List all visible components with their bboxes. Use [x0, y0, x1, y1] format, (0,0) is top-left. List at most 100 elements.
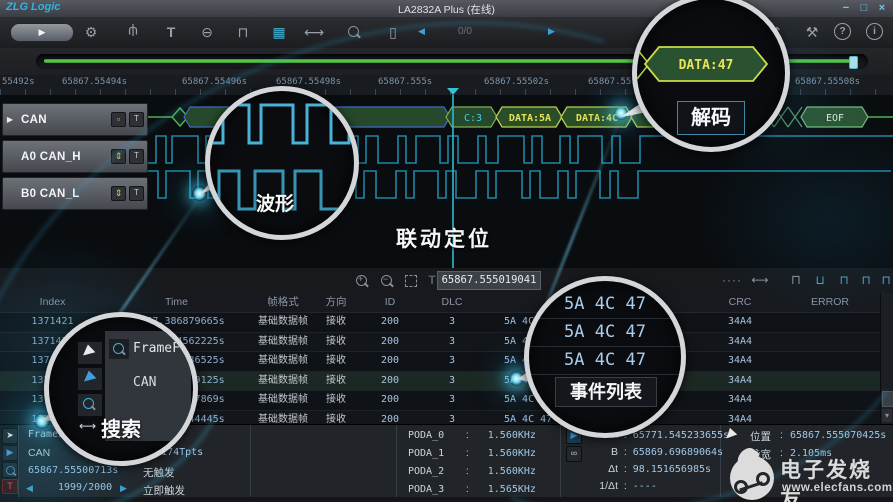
display-view-icon[interactable]: ▦	[268, 22, 290, 42]
page-counter: 1999/2000	[58, 482, 113, 493]
magnified-cursor-icon	[77, 341, 103, 365]
watermark-logo	[730, 456, 774, 500]
cursor-value: 98.151656985s	[632, 464, 712, 475]
callout-label-decode: 解码	[677, 101, 745, 135]
trigger-mode: 立即触发	[143, 485, 185, 497]
channel-row[interactable]: B0 CAN_L ⇕ T	[2, 177, 148, 210]
cell-crc: 34A4	[727, 374, 753, 386]
column-header[interactable]: ERROR	[780, 293, 880, 312]
callout-dot-waveform	[192, 186, 207, 201]
channel-scale-icon[interactable]: ⇕	[111, 186, 126, 201]
channel-trigger-icon[interactable]: T	[129, 186, 144, 201]
cell-error	[780, 333, 880, 352]
cell-id: 200	[380, 335, 400, 347]
poda-row: PODA_1 : 1.560KHz	[408, 447, 536, 465]
channel-trigger-icon[interactable]: T	[129, 149, 144, 164]
column-header[interactable]: CRC	[700, 293, 780, 312]
start-capture-button[interactable]: ▶	[10, 23, 74, 42]
magnified-search-text: FrameF	[133, 341, 180, 356]
width-measure-icon[interactable]: ⟷	[750, 271, 770, 289]
measure-period-icon[interactable]: ⊓	[834, 271, 854, 289]
poda-value: 1.560KHz	[487, 466, 536, 477]
cell-frame-format: 基础数据帧	[258, 394, 308, 405]
more-dots-icon[interactable]: ····	[722, 271, 742, 289]
cursor-time-readout[interactable]: 65867.555019041	[437, 271, 541, 290]
page-prev-icon[interactable]: ◀	[26, 483, 33, 494]
cursor-value: ----	[632, 481, 657, 492]
overview-handle[interactable]	[849, 56, 858, 69]
cell-crc: 34A4	[727, 355, 753, 366]
magnified-event-row: 5A 4C 47	[529, 319, 681, 347]
channel-trigger-icon[interactable]: T	[129, 112, 144, 127]
label-tool-icon[interactable]: T	[160, 22, 182, 42]
flag-marker-icon[interactable]: ▶	[2, 445, 18, 461]
device-icon[interactable]: ▯	[382, 22, 404, 42]
column-header[interactable]: Index	[0, 293, 105, 312]
cell-crc: 34A4	[727, 394, 753, 405]
cell-frame-format: 基础数据帧	[258, 355, 308, 366]
column-header[interactable]: Time	[105, 293, 248, 312]
colon: :	[465, 465, 469, 477]
minimize-button[interactable]: −	[838, 1, 854, 15]
cell-direction: 接收	[326, 316, 346, 327]
pulse-icon[interactable]: ⊓	[786, 271, 806, 289]
colon: :	[465, 447, 469, 459]
tray-icon[interactable]: ⊔	[810, 271, 830, 289]
fit-screen-icon[interactable]	[405, 275, 417, 287]
trigger-T-icon[interactable]: T	[2, 479, 18, 494]
cursor-label: B	[610, 446, 618, 458]
column-header[interactable]: DLC	[426, 293, 478, 312]
colon: :	[623, 480, 627, 492]
cell-id: 200	[380, 394, 400, 405]
width-bar-icon: ⟷	[79, 419, 97, 433]
link-cursors-icon[interactable]: ∞	[566, 446, 582, 462]
table-scrollbar[interactable]: ▾	[880, 293, 893, 424]
help-icon[interactable]: ?	[834, 23, 851, 40]
close-button[interactable]: ×	[874, 1, 890, 15]
cell-dlc: 3	[448, 355, 456, 366]
cell-id: 200	[380, 355, 400, 366]
channel-scale-icon[interactable]: ▫	[111, 112, 126, 127]
measure-width-icon[interactable]: ⟷	[303, 22, 325, 42]
bottom-icon-strip: ➤ ▶ T	[0, 425, 19, 498]
callout-decode: DATA:47 解码	[632, 0, 790, 152]
app-window: ZLG Logic LA2832A Plus (在线) − □ × ▶ ⚙ ψ …	[0, 0, 893, 502]
cell-crc: 34A4	[727, 316, 753, 327]
cell-direction: 接收	[326, 335, 346, 347]
column-header[interactable]: ID	[354, 293, 426, 312]
page-next-icon[interactable]: ▶	[120, 483, 127, 494]
ruler-label: 65867.55494s	[62, 77, 128, 87]
cursor-label: 1/Δt	[599, 480, 618, 492]
column-header[interactable]: 帧格式	[248, 293, 318, 312]
settings-gear-icon[interactable]: ⚙	[80, 22, 102, 42]
info-icon[interactable]: i	[866, 23, 883, 40]
channel-row[interactable]: ▶ CAN ▫ T	[2, 103, 148, 136]
tools-wrench-icon[interactable]: ⚒	[801, 22, 823, 42]
next-result-button[interactable]: ▶	[548, 26, 555, 37]
bus-decode-icon[interactable]: ⊖	[196, 22, 218, 42]
scrollbar-down-icon[interactable]: ▾	[882, 409, 892, 422]
position-value: 65867.555070425s	[790, 430, 887, 441]
probe-brush-icon[interactable]: ψ	[122, 22, 144, 42]
cursor-marker-icon[interactable]	[447, 88, 459, 95]
cell-direction: 接收	[326, 355, 346, 366]
prev-result-button[interactable]: ◀	[418, 26, 425, 37]
measure-duty-icon[interactable]: ⊓	[856, 271, 876, 289]
cursor-arrow-icon[interactable]: ➤	[2, 428, 18, 444]
trigger-edge-icon[interactable]: ⊓	[232, 22, 254, 42]
search-small-icon[interactable]	[2, 462, 18, 478]
chevron-right-icon[interactable]: ▶	[3, 115, 17, 124]
poda-row: PODA_0 : 1.560KHz	[408, 429, 536, 447]
poda-name: PODA_1	[408, 448, 445, 459]
channel-row[interactable]: A0 CAN_H ⇕ T	[2, 140, 148, 173]
maximize-button[interactable]: □	[856, 1, 872, 15]
data-frame-label: DATA:5A	[509, 113, 551, 124]
cell-dlc: 3	[448, 335, 456, 347]
channel-scale-icon[interactable]: ⇕	[111, 149, 126, 164]
column-header[interactable]: 方向	[318, 293, 354, 312]
result-counter: 0/0	[458, 26, 472, 37]
measure-freq-icon[interactable]: ⊓	[876, 271, 893, 289]
scrollbar-thumb[interactable]	[882, 391, 893, 407]
colon: :	[623, 463, 627, 475]
divider	[250, 425, 251, 498]
